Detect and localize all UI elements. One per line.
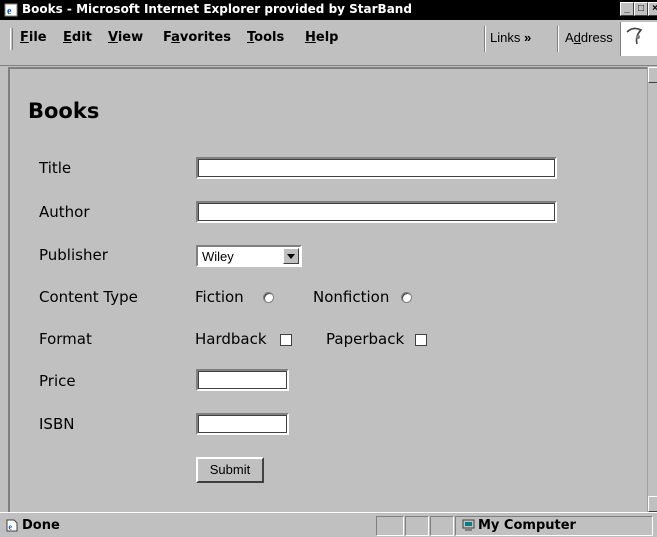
- chevron-right-icon: »: [523, 30, 532, 45]
- svg-text:e: e: [9, 523, 13, 532]
- security-zone-pane[interactable]: My Computer: [455, 516, 653, 536]
- fiction-label: Fiction: [195, 288, 244, 306]
- format-label: Format: [39, 330, 92, 348]
- ie-throbber-icon: [620, 22, 657, 56]
- nonfiction-label: Nonfiction: [313, 288, 390, 306]
- menu-favorites[interactable]: Favorites: [163, 30, 231, 45]
- status-pane: [376, 516, 404, 536]
- menu-help[interactable]: Help: [305, 30, 338, 45]
- title-bar: e Books - Microsoft Internet Explorer pr…: [0, 0, 657, 20]
- close-button[interactable]: ×: [648, 2, 657, 16]
- author-input[interactable]: [196, 201, 557, 223]
- menu-view[interactable]: View: [108, 30, 143, 45]
- window-title: Books - Microsoft Internet Explorer prov…: [22, 2, 412, 16]
- dropdown-arrow-icon[interactable]: [283, 248, 299, 264]
- title-input[interactable]: [196, 157, 557, 179]
- address-label[interactable]: Address: [565, 30, 613, 45]
- ie-page-icon: e: [4, 3, 18, 17]
- links-toolbar[interactable]: Links »: [490, 30, 531, 45]
- toolbar-grip[interactable]: [10, 28, 13, 50]
- nonfiction-radio[interactable]: [401, 292, 412, 303]
- author-label: Author: [39, 203, 90, 221]
- menu-edit[interactable]: Edit: [63, 30, 92, 45]
- hardback-checkbox[interactable]: [280, 334, 292, 346]
- publisher-label: Publisher: [39, 246, 108, 264]
- isbn-label: ISBN: [39, 415, 75, 433]
- publisher-select[interactable]: Wiley: [196, 245, 302, 267]
- fiction-radio[interactable]: [263, 292, 274, 303]
- menu-bar: File Edit View Favorites Tools Help Link…: [0, 20, 657, 66]
- menu-tools[interactable]: Tools: [247, 30, 284, 45]
- isbn-input[interactable]: [196, 413, 289, 435]
- page-viewport: Books Title Author Publisher Wiley Conte…: [8, 67, 647, 512]
- paperback-checkbox[interactable]: [415, 334, 427, 346]
- scroll-up-arrow-icon[interactable]: [648, 67, 657, 83]
- maximize-button[interactable]: □: [634, 2, 648, 16]
- status-pane: [405, 516, 429, 536]
- price-label: Price: [39, 372, 76, 390]
- scroll-down-arrow-icon[interactable]: [648, 496, 657, 512]
- status-bar: e Done My Computer: [0, 512, 657, 537]
- title-label: Title: [39, 159, 72, 177]
- my-computer-icon: [462, 519, 475, 531]
- browser-window: e Books - Microsoft Internet Explorer pr…: [0, 0, 657, 537]
- toolbar-separator: [557, 26, 559, 52]
- page-title: Books: [28, 99, 100, 123]
- content-type-label: Content Type: [39, 288, 138, 306]
- hardback-label: Hardback: [195, 330, 267, 348]
- price-input[interactable]: [196, 369, 289, 391]
- menu-file[interactable]: File: [20, 30, 47, 45]
- paperback-label: Paperback: [326, 330, 405, 348]
- vertical-scrollbar[interactable]: [647, 67, 657, 512]
- publisher-selected-value: Wiley: [202, 249, 234, 264]
- submit-button[interactable]: Submit: [196, 457, 264, 483]
- status-pane: [430, 516, 454, 536]
- zone-text: My Computer: [478, 518, 576, 533]
- toolbar-separator: [484, 26, 486, 52]
- page-done-icon: e: [6, 519, 18, 532]
- minimize-button[interactable]: _: [620, 2, 634, 16]
- status-text: Done: [22, 518, 60, 533]
- svg-text:e: e: [7, 6, 12, 17]
